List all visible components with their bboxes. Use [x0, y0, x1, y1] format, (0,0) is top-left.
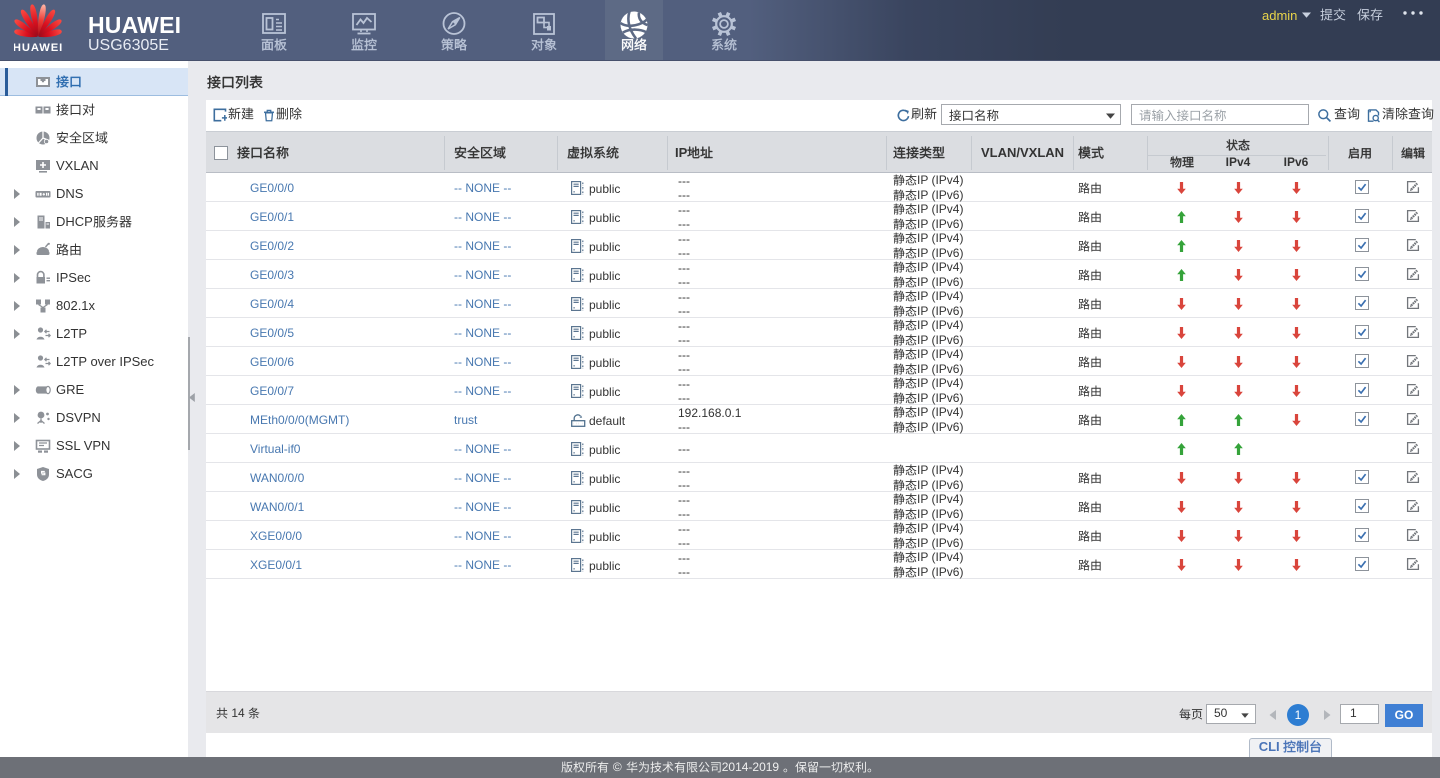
- svg-text:HUAWEI: HUAWEI: [14, 42, 62, 54]
